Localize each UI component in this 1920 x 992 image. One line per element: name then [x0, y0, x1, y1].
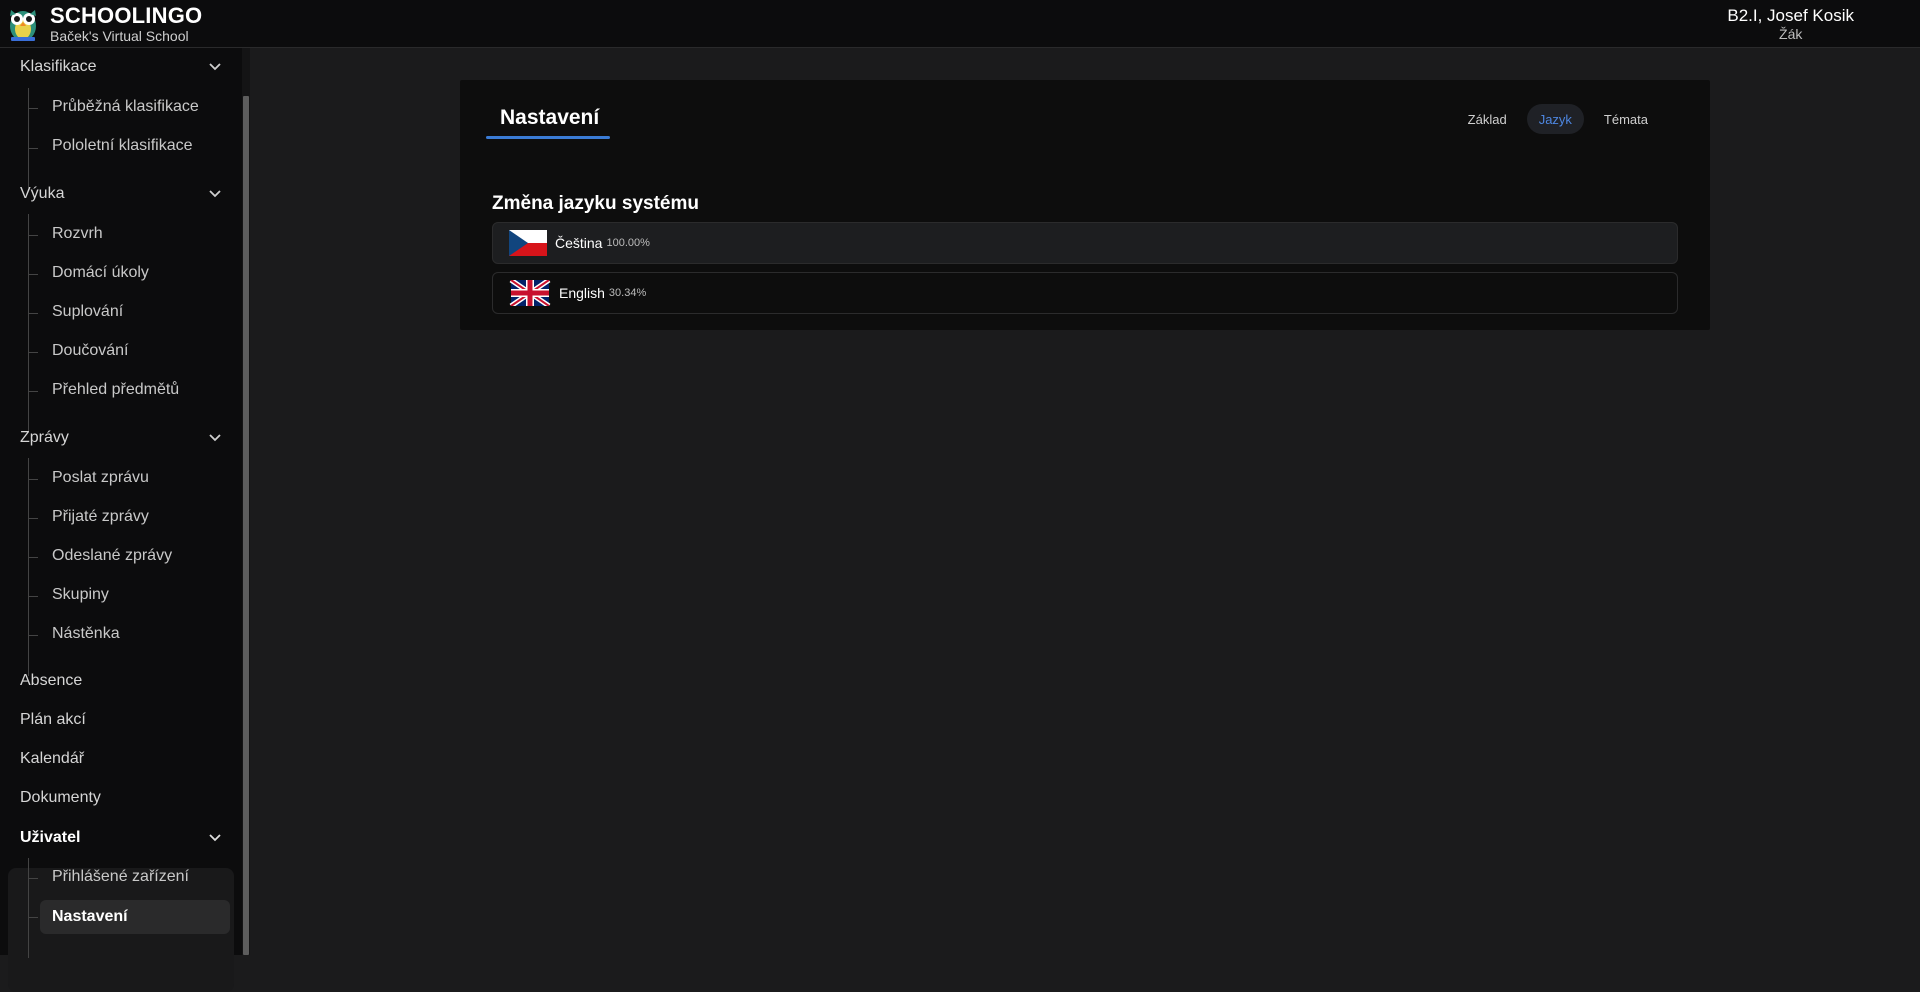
sidebar-item-doucovani[interactable]: Doučování [40, 335, 230, 367]
sidebar-group-uzivatel[interactable]: Uživatel [0, 821, 236, 855]
sidebar-item-odeslane-zpravy[interactable]: Odeslané zprávy [40, 540, 230, 572]
tree-line [28, 858, 29, 958]
school-name: Baček's Virtual School [50, 28, 189, 44]
sidebar-group-label: Výuka [20, 185, 65, 202]
sidebar-item-prihlasene-zarizeni[interactable]: Přihlášené zařízení [40, 861, 230, 893]
tree-branch [28, 557, 38, 558]
sidebar-group-label: Klasifikace [20, 58, 97, 75]
language-name: English [559, 285, 605, 301]
settings-tabs: Základ Jazyk Témata [1456, 104, 1660, 134]
sidebar-item-kalendar[interactable]: Kalendář [0, 743, 236, 775]
tree-line [28, 214, 29, 432]
tree-branch [28, 479, 38, 480]
tree-branch [28, 518, 38, 519]
sidebar-item-rozvrh[interactable]: Rozvrh [40, 218, 230, 250]
sidebar-item-nastaveni[interactable]: Nastavení [40, 900, 230, 934]
czech-flag-icon [509, 230, 547, 256]
sidebar-group-label: Uživatel [20, 829, 81, 846]
sidebar-item-suplovani[interactable]: Suplování [40, 296, 230, 328]
title-underline [486, 136, 610, 139]
tree-branch [28, 391, 38, 392]
user-role: Žák [1779, 26, 1803, 42]
chevron-down-icon[interactable] [208, 187, 222, 201]
sidebar-item-prehled-predmetu[interactable]: Přehled předmětů [40, 374, 230, 406]
tree-line [28, 88, 29, 188]
tab-temata[interactable]: Témata [1592, 104, 1660, 134]
top-bar: SCHOOLINGO Baček's Virtual School B2.I, … [0, 0, 1920, 48]
chevron-down-icon[interactable] [208, 60, 222, 74]
sidebar-scrollbar[interactable] [242, 48, 250, 955]
tree-branch [28, 596, 38, 597]
language-percent: 30.34% [608, 287, 647, 299]
app-title: SCHOOLINGO [50, 3, 203, 28]
sidebar-item-absence[interactable]: Absence [0, 665, 236, 697]
tree-branch [28, 878, 38, 879]
owl-logo-icon [10, 10, 36, 41]
sidebar-item-skupiny[interactable]: Skupiny [40, 579, 230, 611]
tree-branch [28, 635, 38, 636]
uk-flag-icon [509, 280, 551, 306]
sidebar-item-domaci-ukoly[interactable]: Domácí úkoly [40, 257, 230, 289]
tab-jazyk[interactable]: Jazyk [1526, 104, 1584, 134]
sidebar-item-poslat-zpravu[interactable]: Poslat zprávu [40, 462, 230, 494]
tree-branch [28, 352, 38, 353]
sidebar-group-label: Zprávy [20, 429, 69, 446]
brand[interactable]: SCHOOLINGO Baček's Virtual School [6, 4, 202, 44]
page-title: Nastavení [500, 106, 600, 129]
language-percent: 100.00% [606, 237, 650, 249]
sidebar-group-vyuka[interactable]: Výuka [0, 177, 236, 211]
language-option-cestina[interactable]: Čeština 100.00% [492, 222, 1678, 264]
tree-line [28, 458, 29, 676]
sidebar-item-pololetni-klasifikace[interactable]: Pololetní klasifikace [40, 130, 230, 162]
chevron-down-icon[interactable] [208, 831, 222, 845]
user-menu[interactable]: B2.I, Josef Kosik Žák [1727, 6, 1854, 42]
tree-branch [28, 148, 38, 149]
tree-branch [28, 313, 38, 314]
sidebar-item-prubezna-klasifikace[interactable]: Průběžná klasifikace [40, 91, 230, 123]
user-name: B2.I, Josef Kosik [1727, 6, 1854, 25]
sidebar-group-zpravy[interactable]: Zprávy [0, 421, 236, 455]
tab-zaklad[interactable]: Základ [1456, 104, 1519, 134]
scrollbar-thumb[interactable] [243, 96, 249, 955]
settings-card: Nastavení Základ Jazyk Témata Změna jazy… [460, 80, 1710, 330]
tree-branch [28, 274, 38, 275]
sidebar-item-nastenka[interactable]: Nástěnka [40, 618, 230, 650]
tree-branch [28, 235, 38, 236]
tree-branch [28, 917, 38, 918]
sidebar: Klasifikace Průběžná klasifikace Pololet… [0, 48, 242, 992]
tree-branch [28, 108, 38, 109]
sidebar-group-klasifikace[interactable]: Klasifikace [0, 50, 236, 84]
sidebar-item-prijate-zpravy[interactable]: Přijaté zprávy [40, 501, 230, 533]
language-option-english[interactable]: English 30.34% [492, 272, 1678, 314]
section-title: Změna jazyku systému [492, 193, 699, 214]
language-name: Čeština [555, 235, 603, 251]
chevron-down-icon[interactable] [208, 431, 222, 445]
sidebar-item-dokumenty[interactable]: Dokumenty [0, 782, 236, 814]
sidebar-item-plan-akci[interactable]: Plán akcí [0, 704, 236, 736]
